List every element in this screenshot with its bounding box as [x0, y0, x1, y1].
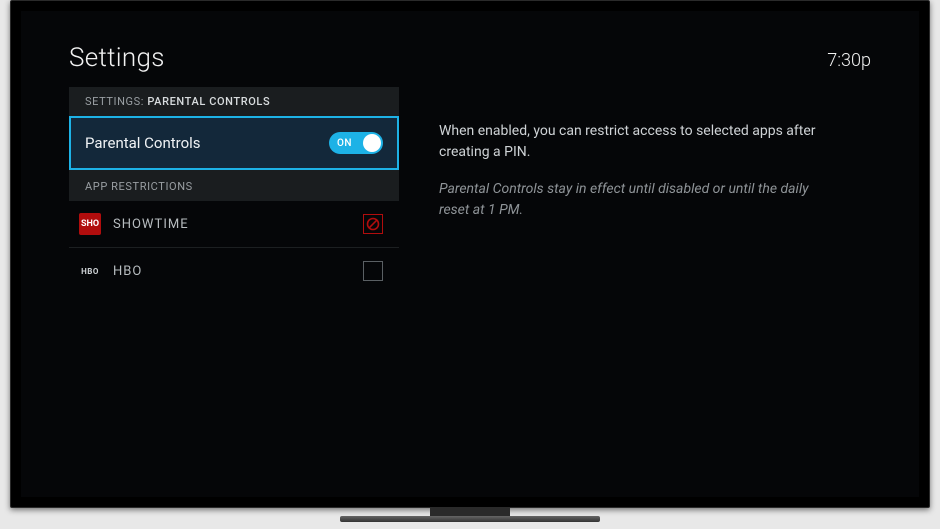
breadcrumb-current: PARENTAL CONTROLS [147, 95, 270, 108]
content: SETTINGS: PARENTAL CONTROLS Parental Con… [69, 87, 871, 294]
app-restrictions-label: APP RESTRICTIONS [69, 170, 399, 201]
tv-frame: Settings 7:30p SETTINGS: PARENTAL CONTRO… [10, 0, 930, 508]
showtime-icon: SHO [79, 213, 101, 235]
description-panel: When enabled, you can restrict access to… [439, 87, 871, 294]
description-line2: Parental Controls stay in effect until d… [439, 179, 819, 221]
app-left: HBO HBO [79, 260, 142, 282]
settings-panel: SETTINGS: PARENTAL CONTROLS Parental Con… [69, 87, 399, 294]
parental-controls-toggle-row[interactable]: Parental Controls ON [69, 116, 399, 170]
parental-controls-label: Parental Controls [85, 134, 201, 152]
header: Settings 7:30p [69, 43, 871, 73]
parental-controls-toggle[interactable]: ON [329, 132, 383, 154]
breadcrumb: SETTINGS: PARENTAL CONTROLS [69, 87, 399, 116]
app-row-hbo[interactable]: HBO HBO [69, 248, 399, 294]
hbo-icon: HBO [79, 260, 101, 282]
app-left: SHO SHOWTIME [79, 213, 189, 235]
clock: 7:30p [827, 50, 871, 71]
toggle-state-text: ON [337, 138, 352, 149]
screen: Settings 7:30p SETTINGS: PARENTAL CONTRO… [21, 11, 919, 497]
prohibit-icon [366, 217, 380, 231]
app-row-showtime[interactable]: SHO SHOWTIME [69, 201, 399, 248]
toggle-knob [363, 134, 381, 152]
app-name: SHOWTIME [113, 217, 189, 232]
description-line1: When enabled, you can restrict access to… [439, 121, 819, 163]
restriction-checkbox-showtime[interactable] [363, 214, 383, 234]
page-title: Settings [69, 43, 165, 73]
tv-stand-base [340, 516, 600, 522]
restriction-checkbox-hbo[interactable] [363, 261, 383, 281]
app-name: HBO [113, 264, 142, 279]
breadcrumb-prefix: SETTINGS: [85, 95, 144, 108]
